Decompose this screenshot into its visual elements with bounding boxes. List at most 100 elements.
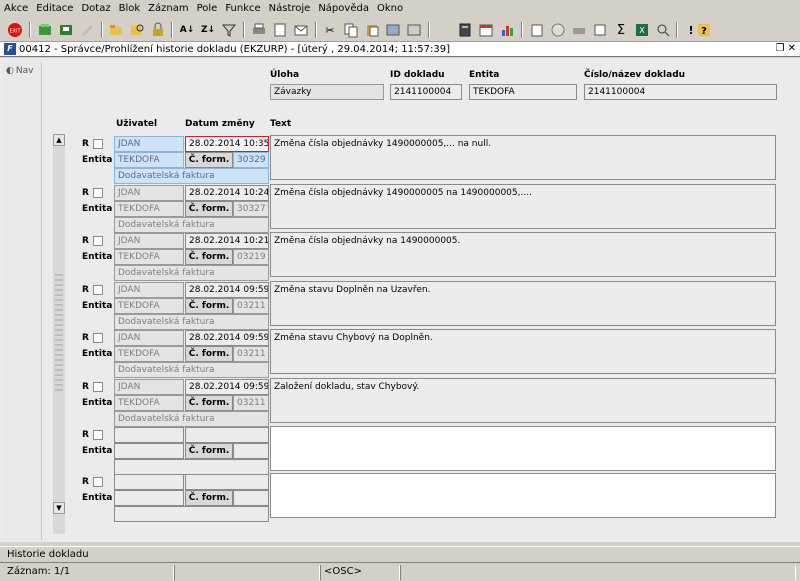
form-field[interactable]: [233, 490, 269, 506]
user-field[interactable]: JDAN: [114, 330, 184, 346]
clipboard-icon[interactable]: [528, 21, 546, 39]
doc-type-field[interactable]: Dodavatelská faktura: [114, 362, 269, 378]
exit-icon[interactable]: EXIT: [6, 21, 24, 39]
text-field[interactable]: Změna čísla objednávky 1490000005,... na…: [270, 135, 776, 180]
edit-icon[interactable]: [591, 21, 609, 39]
r-checkbox[interactable]: [93, 188, 103, 198]
user-field[interactable]: [114, 474, 184, 490]
new-record-icon[interactable]: [36, 21, 54, 39]
form-field[interactable]: 30327: [233, 201, 269, 217]
open-icon[interactable]: [107, 21, 125, 39]
user-field[interactable]: JDAN: [114, 282, 184, 298]
entity-field[interactable]: TEKDOFA: [114, 298, 184, 314]
date-field[interactable]: 28.02.2014 10:35:39: [185, 136, 269, 152]
calendar-icon[interactable]: [477, 21, 495, 39]
menu-item-1[interactable]: Editace: [32, 0, 77, 18]
menu-item-3[interactable]: Blok: [115, 0, 145, 18]
clear-icon[interactable]: [78, 21, 96, 39]
nav-label-group[interactable]: ◐ Nav: [6, 66, 33, 76]
doc-type-field[interactable]: Dodavatelská faktura: [114, 411, 269, 427]
filter-icon[interactable]: [220, 21, 238, 39]
r-checkbox[interactable]: [93, 236, 103, 246]
form-field[interactable]: 03219: [233, 249, 269, 265]
sort-asc-icon[interactable]: A↓: [178, 21, 196, 39]
menu-item-5[interactable]: Pole: [193, 0, 222, 18]
excel-icon[interactable]: X: [633, 21, 651, 39]
entity-field[interactable]: [114, 490, 184, 506]
text-field[interactable]: [270, 426, 776, 471]
doc-type-field[interactable]: Dodavatelská faktura: [114, 314, 269, 330]
r-checkbox[interactable]: [93, 382, 103, 392]
date-field[interactable]: [185, 427, 269, 443]
cut-icon[interactable]: ✂: [321, 21, 339, 39]
paste-icon[interactable]: [363, 21, 381, 39]
entity-field[interactable]: TEKDOFA: [114, 201, 184, 217]
menu-item-6[interactable]: Funkce: [221, 0, 264, 18]
form-field[interactable]: 30329: [233, 152, 269, 168]
notes-icon[interactable]: [549, 21, 567, 39]
entity-field[interactable]: TEKDOFA: [114, 152, 184, 168]
calculator-icon[interactable]: [456, 21, 474, 39]
text-field[interactable]: Změna čísla objednávky na 1490000005.: [270, 232, 776, 277]
entity-field[interactable]: TEKDOFA: [114, 346, 184, 362]
text-field[interactable]: Změna stavu Chybový na Doplněn.: [270, 329, 776, 374]
text-field[interactable]: Změna čísla objednávky 1490000005 na 149…: [270, 184, 776, 229]
form-field[interactable]: [233, 443, 269, 459]
date-field[interactable]: 28.02.2014 09:59:50: [185, 330, 269, 346]
date-field[interactable]: 28.02.2014 10:24:27: [185, 185, 269, 201]
sum-icon[interactable]: Σ: [612, 21, 630, 39]
cislo-dokladu-field[interactable]: 2141100004: [584, 84, 777, 100]
menu-item-7[interactable]: Nástroje: [265, 0, 315, 18]
date-field[interactable]: 28.02.2014 09:59:04: [185, 379, 269, 395]
r-checkbox[interactable]: [93, 430, 103, 440]
print-icon[interactable]: [250, 21, 268, 39]
user-field[interactable]: JDAN: [114, 379, 184, 395]
date-field[interactable]: 28.02.2014 09:59:53: [185, 282, 269, 298]
entita-header-field[interactable]: TEKDOFA: [469, 84, 577, 100]
r-checkbox[interactable]: [93, 477, 103, 487]
menu-item-2[interactable]: Dotaz: [77, 0, 114, 18]
print-list-icon[interactable]: [570, 21, 588, 39]
chart-icon[interactable]: [498, 21, 516, 39]
user-field[interactable]: JDAN: [114, 233, 184, 249]
doc-type-field[interactable]: [114, 459, 269, 475]
entity-field[interactable]: TEKDOFA: [114, 395, 184, 411]
uloha-field[interactable]: Závazky: [270, 84, 384, 100]
r-checkbox[interactable]: [93, 139, 103, 149]
nav-panel[interactable]: ◐ Nav: [2, 62, 42, 540]
zoom-icon[interactable]: [654, 21, 672, 39]
save-icon[interactable]: [57, 21, 75, 39]
user-field[interactable]: JDAN: [114, 185, 184, 201]
copy-icon[interactable]: [342, 21, 360, 39]
restore-icon[interactable]: ❐ ✕: [775, 43, 796, 54]
sort-desc-icon[interactable]: Z↓: [199, 21, 217, 39]
form-field[interactable]: 03211: [233, 346, 269, 362]
entity-field[interactable]: TEKDOFA: [114, 249, 184, 265]
menu-item-8[interactable]: Nápověda: [314, 0, 373, 18]
vertical-scrollbar[interactable]: ▲ ▼: [53, 134, 65, 534]
menu-item-4[interactable]: Záznam: [144, 0, 192, 18]
date-field[interactable]: 28.02.2014 10:21:25: [185, 233, 269, 249]
menu-item-0[interactable]: Akce: [0, 0, 32, 18]
doc-type-field[interactable]: Dodavatelská faktura: [114, 168, 269, 184]
scroll-down-icon[interactable]: ▼: [53, 502, 65, 514]
text-field[interactable]: Změna stavu Doplněn na Uzavřen.: [270, 281, 776, 326]
find-icon[interactable]: [128, 21, 146, 39]
r-checkbox[interactable]: [93, 285, 103, 295]
doc-type-field[interactable]: Dodavatelská faktura: [114, 217, 269, 233]
lock-icon[interactable]: [149, 21, 167, 39]
print-preview-icon[interactable]: [271, 21, 289, 39]
scroll-grip[interactable]: [55, 274, 63, 394]
text-field[interactable]: Založení dokladu, stav Chybový.: [270, 378, 776, 423]
help-icon[interactable]: ?: [695, 21, 713, 39]
doc-type-field[interactable]: Dodavatelská faktura: [114, 265, 269, 281]
date-field[interactable]: [185, 474, 269, 490]
id-dokladu-field[interactable]: 2141100004: [390, 84, 462, 100]
form-field[interactable]: 03211: [233, 395, 269, 411]
user-field[interactable]: [114, 427, 184, 443]
mail-icon[interactable]: [292, 21, 310, 39]
r-checkbox[interactable]: [93, 333, 103, 343]
menu-item-9[interactable]: Okno: [373, 0, 407, 18]
delete-icon[interactable]: [405, 21, 423, 39]
text-field[interactable]: [270, 473, 776, 518]
